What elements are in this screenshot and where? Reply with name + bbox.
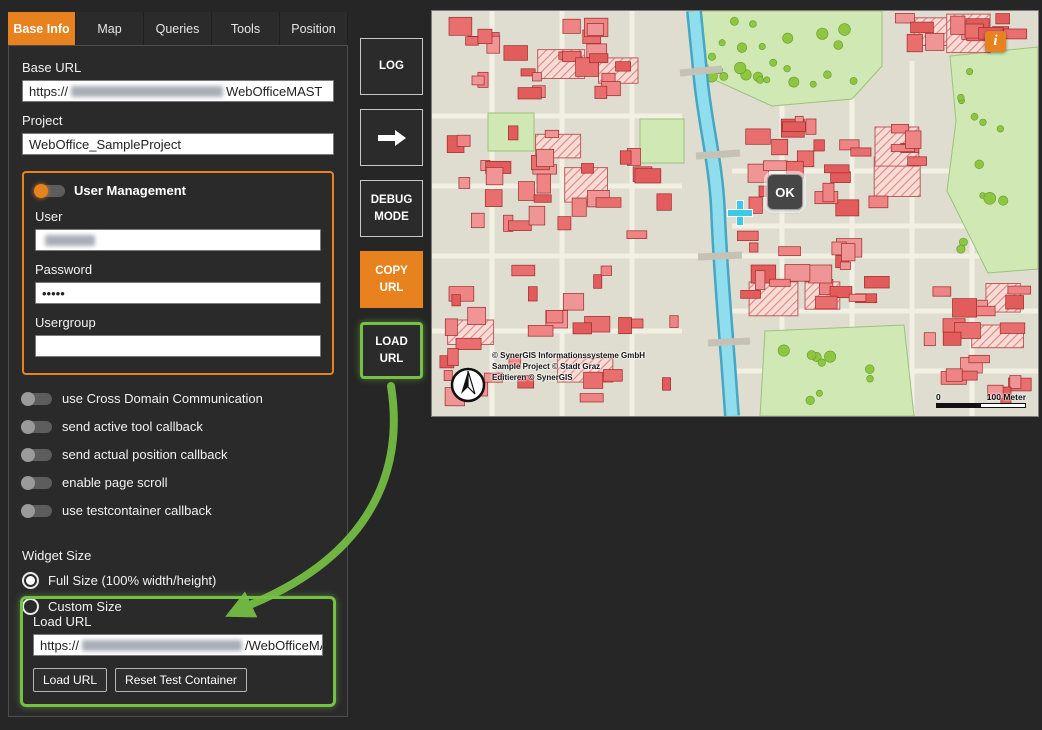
- redacted-text: [71, 86, 223, 97]
- tab-map[interactable]: Map: [76, 12, 144, 45]
- scale-distance: 100 Meter: [987, 392, 1026, 402]
- toggle-row-testcontainer: use testcontainer callback: [22, 503, 334, 518]
- page-scroll-toggle[interactable]: [22, 477, 52, 489]
- map-copyright: © SynerGIS Informationssysteme GmbH Samp…: [492, 350, 645, 383]
- map-view[interactable]: OK i © SynerGIS Informationssysteme GmbH…: [431, 10, 1039, 417]
- base-url-suffix: WebOfficeMAST: [226, 84, 322, 99]
- side-button-column: LOG DEBUG MODE COPY URL LOAD URL: [360, 38, 423, 379]
- widget-size-label: Widget Size: [22, 548, 334, 563]
- password-input[interactable]: [35, 282, 321, 304]
- scale-zero: 0: [936, 392, 941, 402]
- info-icon[interactable]: i: [985, 31, 1006, 52]
- user-label: User: [35, 209, 321, 224]
- load-url-side-button[interactable]: LOAD URL: [360, 322, 423, 379]
- redacted-text: [45, 235, 95, 246]
- copyright-line: Editieren © SynerGIS: [492, 372, 645, 383]
- project-label: Project: [22, 113, 334, 128]
- user-management-group: User Management User Password Usergroup: [22, 171, 334, 375]
- toggle-label: use testcontainer callback: [62, 503, 212, 518]
- toggle-label: send actual position callback: [62, 447, 228, 462]
- copy-url-button[interactable]: COPY URL: [360, 251, 423, 308]
- ok-button[interactable]: OK: [767, 174, 803, 210]
- load-url-label: Load URL: [33, 614, 323, 629]
- tab-bar: Base Info Map Queries Tools Position: [8, 12, 348, 45]
- option-toggles: use Cross Domain Communication send acti…: [22, 391, 334, 518]
- active-tool-callback-toggle[interactable]: [22, 421, 52, 433]
- usergroup-label: Usergroup: [35, 315, 321, 330]
- user-management-title: User Management: [74, 183, 186, 198]
- usergroup-input[interactable]: [35, 335, 321, 357]
- radio-label: Full Size (100% width/height): [48, 573, 216, 588]
- redacted-text: [82, 640, 242, 651]
- toggle-row-cross-domain: use Cross Domain Communication: [22, 391, 334, 406]
- tab-base-info[interactable]: Base Info: [8, 12, 76, 45]
- scale-line: [936, 403, 1026, 408]
- weboffice-test-app: Base Info Map Queries Tools Position Bas…: [0, 0, 1042, 730]
- base-url-prefix: https://: [29, 84, 68, 99]
- project-input[interactable]: [22, 133, 334, 155]
- tab-tools[interactable]: Tools: [212, 12, 280, 45]
- tab-queries[interactable]: Queries: [144, 12, 212, 45]
- toggle-row-position-callback: send actual position callback: [22, 447, 334, 462]
- position-callback-toggle[interactable]: [22, 449, 52, 461]
- testcontainer-callback-toggle[interactable]: [22, 505, 52, 517]
- toggle-row-active-tool: send active tool callback: [22, 419, 334, 434]
- load-url-button[interactable]: Load URL: [33, 668, 107, 692]
- toggle-label: send active tool callback: [62, 419, 203, 434]
- base-url-input[interactable]: https:// WebOfficeMAST: [22, 80, 334, 102]
- load-url-prefix: https://: [40, 638, 79, 653]
- scale-bar: 0 100 Meter: [936, 392, 1026, 408]
- debug-mode-button[interactable]: DEBUG MODE: [360, 180, 423, 237]
- password-label: Password: [35, 262, 321, 277]
- arrow-right-icon: [376, 127, 408, 149]
- forward-arrow-button[interactable]: [360, 109, 423, 166]
- full-size-option[interactable]: Full Size (100% width/height): [22, 572, 334, 589]
- load-url-input[interactable]: https:// /WebOfficeMAST: [33, 634, 323, 656]
- load-url-suffix: /WebOfficeMAST: [245, 638, 323, 653]
- base-url-label: Base URL: [22, 60, 334, 75]
- tab-position[interactable]: Position: [280, 12, 348, 45]
- log-button[interactable]: LOG: [360, 38, 423, 95]
- toggle-label: enable page scroll: [62, 475, 168, 490]
- cross-domain-toggle[interactable]: [22, 393, 52, 405]
- north-arrow-icon: [450, 367, 486, 403]
- user-management-toggle[interactable]: [35, 185, 65, 197]
- copyright-line: Sample Project © Stadt Graz: [492, 361, 645, 372]
- copyright-line: © SynerGIS Informationssysteme GmbH: [492, 350, 645, 361]
- user-input[interactable]: [35, 229, 321, 251]
- toggle-label: use Cross Domain Communication: [62, 391, 263, 406]
- load-url-section: Load URL https:// /WebOfficeMAST Load UR…: [20, 596, 336, 707]
- toggle-row-page-scroll: enable page scroll: [22, 475, 334, 490]
- full-size-radio[interactable]: [22, 572, 39, 589]
- reset-test-container-button[interactable]: Reset Test Container: [115, 668, 247, 692]
- left-panel: Base URL https:// WebOfficeMAST Project …: [8, 45, 348, 717]
